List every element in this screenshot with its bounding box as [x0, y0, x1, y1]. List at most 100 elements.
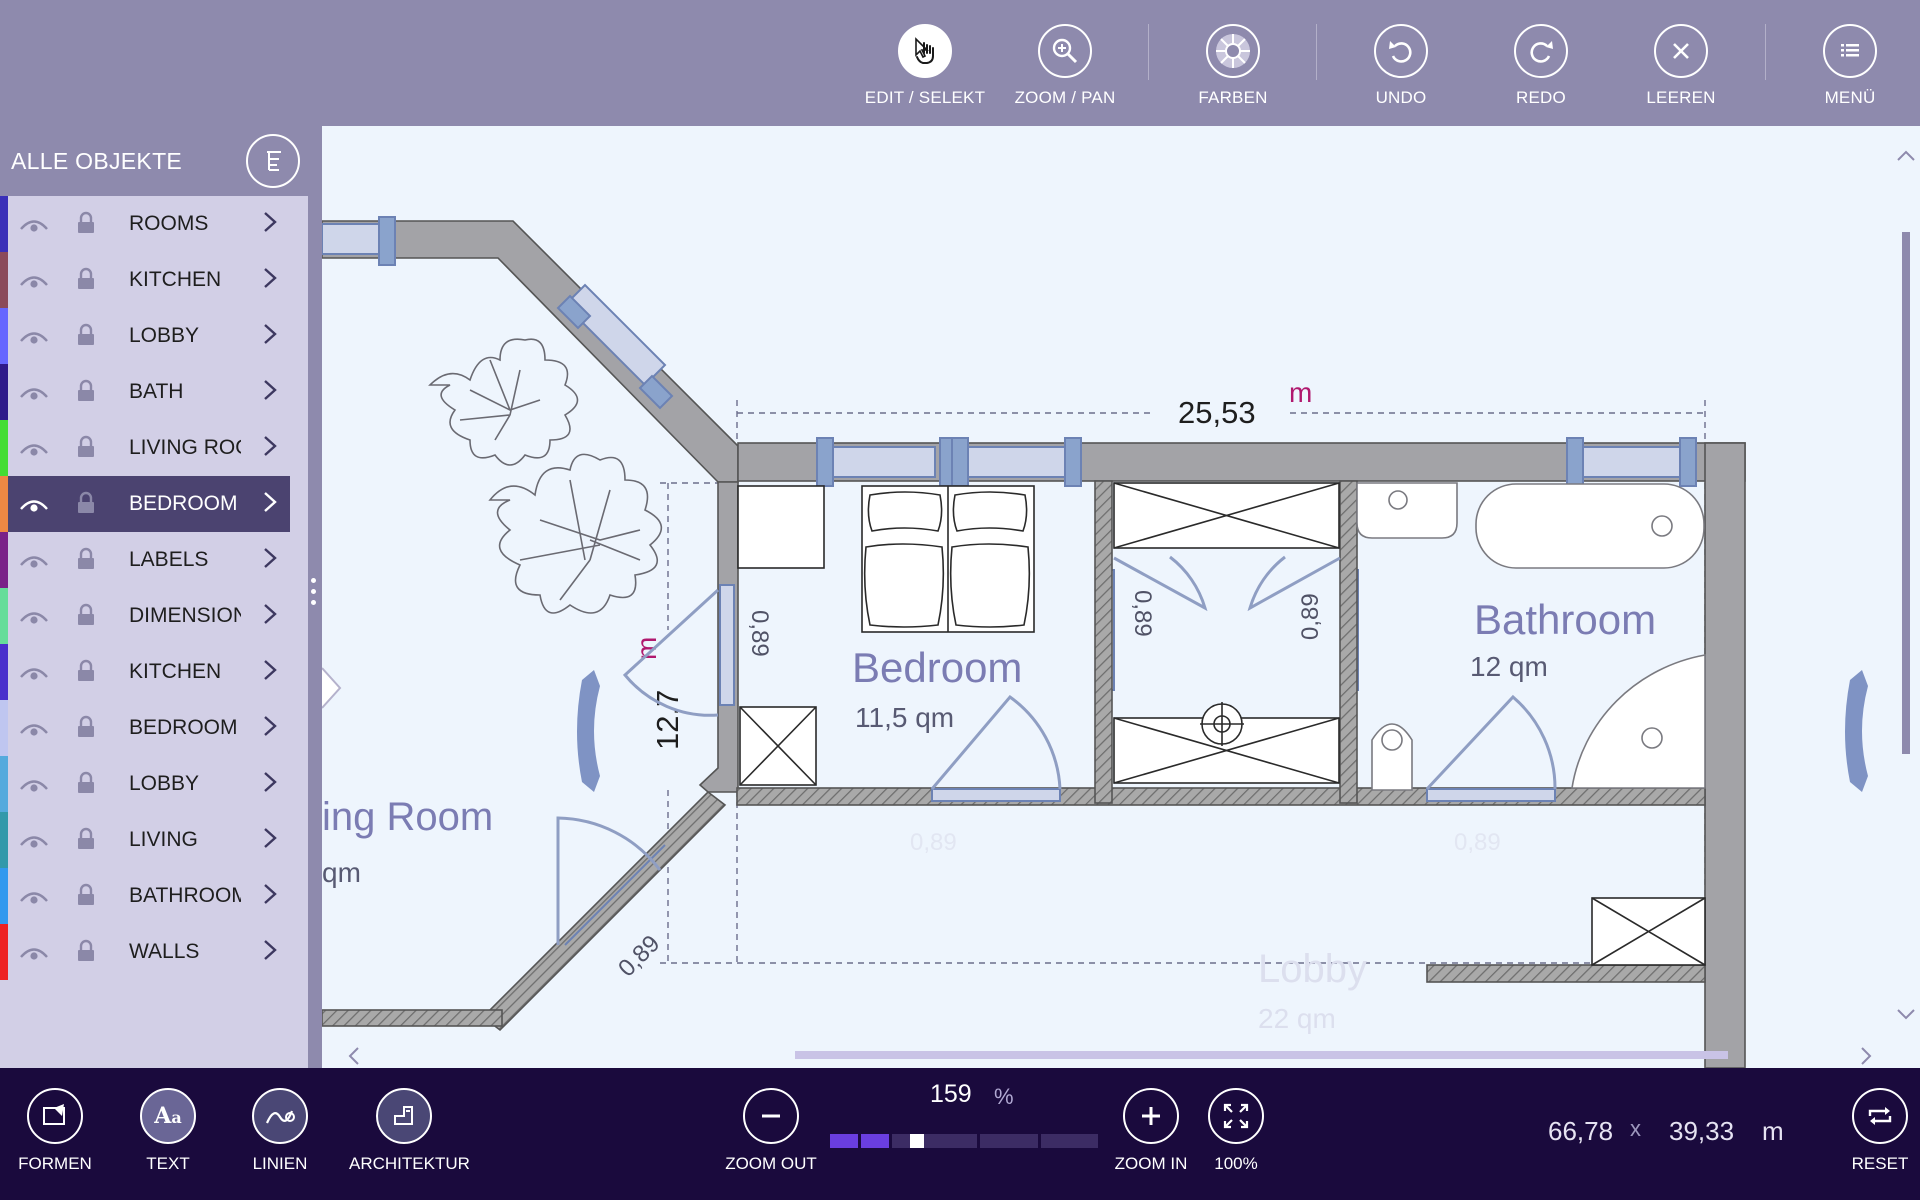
layer-row[interactable]: LABELS — [0, 532, 290, 588]
door-width-label[interactable]: 0,89 — [1297, 593, 1324, 640]
walls[interactable] — [322, 220, 1746, 1068]
eye-icon[interactable] — [18, 438, 50, 458]
chevron-right-icon[interactable] — [262, 714, 278, 738]
lock-icon[interactable] — [75, 770, 97, 796]
lock-icon[interactable] — [75, 546, 97, 572]
eye-icon[interactable] — [18, 550, 50, 570]
undo-button[interactable]: UNDO — [1336, 24, 1466, 114]
eye-icon[interactable] — [18, 494, 50, 514]
lock-icon[interactable] — [75, 826, 97, 852]
chevron-right-icon[interactable] — [262, 658, 278, 682]
lock-icon[interactable] — [75, 714, 97, 740]
room-area-bedroom[interactable]: 11,5 qm — [855, 702, 954, 733]
chevron-right-icon[interactable] — [262, 938, 278, 962]
chevron-right-icon[interactable] — [262, 434, 278, 458]
lock-icon[interactable] — [75, 210, 97, 236]
lock-icon[interactable] — [75, 882, 97, 908]
layer-row[interactable]: LIVING — [0, 812, 290, 868]
redo-button[interactable]: REDO — [1476, 24, 1606, 114]
text-button[interactable]: Aa TEXT — [113, 1088, 223, 1174]
room-area-bathroom[interactable]: 12 qm — [1470, 651, 1548, 682]
room-name-bathroom[interactable]: Bathroom — [1474, 596, 1656, 643]
lock-icon[interactable] — [75, 938, 97, 964]
chevron-right-icon[interactable] — [262, 602, 278, 626]
scroll-down-icon[interactable] — [1897, 1009, 1915, 1020]
lock-icon[interactable] — [75, 658, 97, 684]
chevron-right-icon[interactable] — [262, 490, 278, 514]
eye-icon[interactable] — [18, 326, 50, 346]
door-width-label[interactable]: 0,89 — [746, 610, 773, 657]
dimension-left-label[interactable]: 12,7 — [650, 690, 685, 750]
zoom-out-button[interactable]: ZOOM OUT — [716, 1088, 826, 1174]
door-width-label[interactable]: 0,89 — [613, 930, 665, 982]
colors-button[interactable]: FARBEN — [1168, 24, 1298, 114]
layer-row[interactable]: BATH — [0, 364, 290, 420]
architecture-button[interactable]: ARCHITEKTUR — [349, 1088, 470, 1174]
fit-100-button[interactable]: 100% — [1181, 1088, 1291, 1174]
eye-icon[interactable] — [18, 774, 50, 794]
chevron-right-icon[interactable] — [262, 882, 278, 906]
layer-row[interactable]: LIVING ROOM — [0, 420, 290, 476]
eye-icon[interactable] — [18, 214, 50, 234]
chevron-right-icon[interactable] — [262, 266, 278, 290]
eye-icon[interactable] — [18, 270, 50, 290]
room-name-living[interactable]: ing Room — [322, 795, 493, 839]
layer-row[interactable]: BEDROOM — [0, 476, 290, 532]
horizontal-scrollbar[interactable] — [795, 1051, 1728, 1059]
lock-icon[interactable] — [75, 266, 97, 292]
chevron-right-icon[interactable] — [262, 546, 278, 570]
eye-icon[interactable] — [18, 606, 50, 626]
reset-button[interactable]: RESET — [1825, 1088, 1920, 1174]
chevron-right-icon[interactable] — [262, 210, 278, 234]
layer-row[interactable]: LOBBY — [0, 308, 290, 364]
lock-icon[interactable] — [75, 602, 97, 628]
clear-button[interactable]: LEEREN — [1616, 24, 1746, 114]
chevron-right-icon[interactable] — [262, 378, 278, 402]
layer-row[interactable]: ROOMS — [0, 196, 290, 252]
eye-icon[interactable] — [18, 662, 50, 682]
dimension-top-label[interactable]: 25,53 — [1178, 395, 1256, 430]
layer-row[interactable]: KITCHEN — [0, 644, 290, 700]
eye-icon[interactable] — [18, 718, 50, 738]
layer-row[interactable]: KITCHEN — [0, 252, 290, 308]
zoom-slider[interactable] — [830, 1134, 1098, 1148]
door-width-label[interactable]: 0,89 — [910, 829, 957, 856]
lock-icon[interactable] — [75, 322, 97, 348]
tree-view-button[interactable] — [246, 134, 300, 188]
eye-icon[interactable] — [18, 830, 50, 850]
room-name-bedroom[interactable]: Bedroom — [852, 644, 1022, 691]
edit-select-button[interactable]: EDIT / SELEKT — [860, 24, 990, 114]
lock-icon[interactable] — [75, 378, 97, 404]
vertical-scrollbar[interactable] — [1902, 232, 1910, 754]
eye-icon[interactable] — [18, 942, 50, 962]
layer-row[interactable]: LOBBY — [0, 756, 290, 812]
shapes-button[interactable]: FORMEN — [0, 1088, 110, 1174]
door-width-label[interactable]: 0,89 — [1454, 829, 1501, 856]
chevron-right-icon[interactable] — [262, 826, 278, 850]
room-name-lobby[interactable]: Lobby — [1258, 947, 1367, 991]
lock-icon[interactable] — [75, 434, 97, 460]
scroll-left-icon[interactable] — [348, 1047, 359, 1065]
zoom-pan-button[interactable]: ZOOM / PAN — [1000, 24, 1130, 114]
menu-button[interactable]: MENÜ — [1785, 24, 1915, 114]
layer-row[interactable]: DIMENSIONS — [0, 588, 290, 644]
floor-plan[interactable]: 25,53 m 12,7 m Bedroom 11,5 qm Bathroom … — [322, 126, 1920, 1068]
layer-row[interactable]: BATHROOM — [0, 868, 290, 924]
eye-icon[interactable] — [18, 382, 50, 402]
scroll-right-icon[interactable] — [1861, 1047, 1872, 1065]
panel-resize-grip[interactable] — [311, 578, 317, 611]
chevron-right-icon[interactable] — [262, 770, 278, 794]
chevron-right-icon[interactable] — [262, 322, 278, 346]
lock-icon[interactable] — [75, 490, 97, 516]
expand-panel-icon[interactable] — [322, 667, 342, 709]
scroll-up-icon[interactable] — [1897, 150, 1915, 161]
room-area-lobby[interactable]: 22 qm — [1258, 1003, 1336, 1034]
eye-icon[interactable] — [18, 886, 50, 906]
layer-row[interactable]: BEDROOM — [0, 700, 290, 756]
door-width-label[interactable]: 0,89 — [1129, 590, 1156, 637]
room-area-living[interactable]: qm — [322, 857, 361, 888]
drawing-canvas[interactable]: 25,53 m 12,7 m Bedroom 11,5 qm Bathroom … — [322, 126, 1920, 1068]
lines-button[interactable]: LINIEN — [225, 1088, 335, 1174]
zoom-slider-knob[interactable] — [910, 1134, 924, 1148]
layer-row[interactable]: WALLS — [0, 924, 290, 980]
